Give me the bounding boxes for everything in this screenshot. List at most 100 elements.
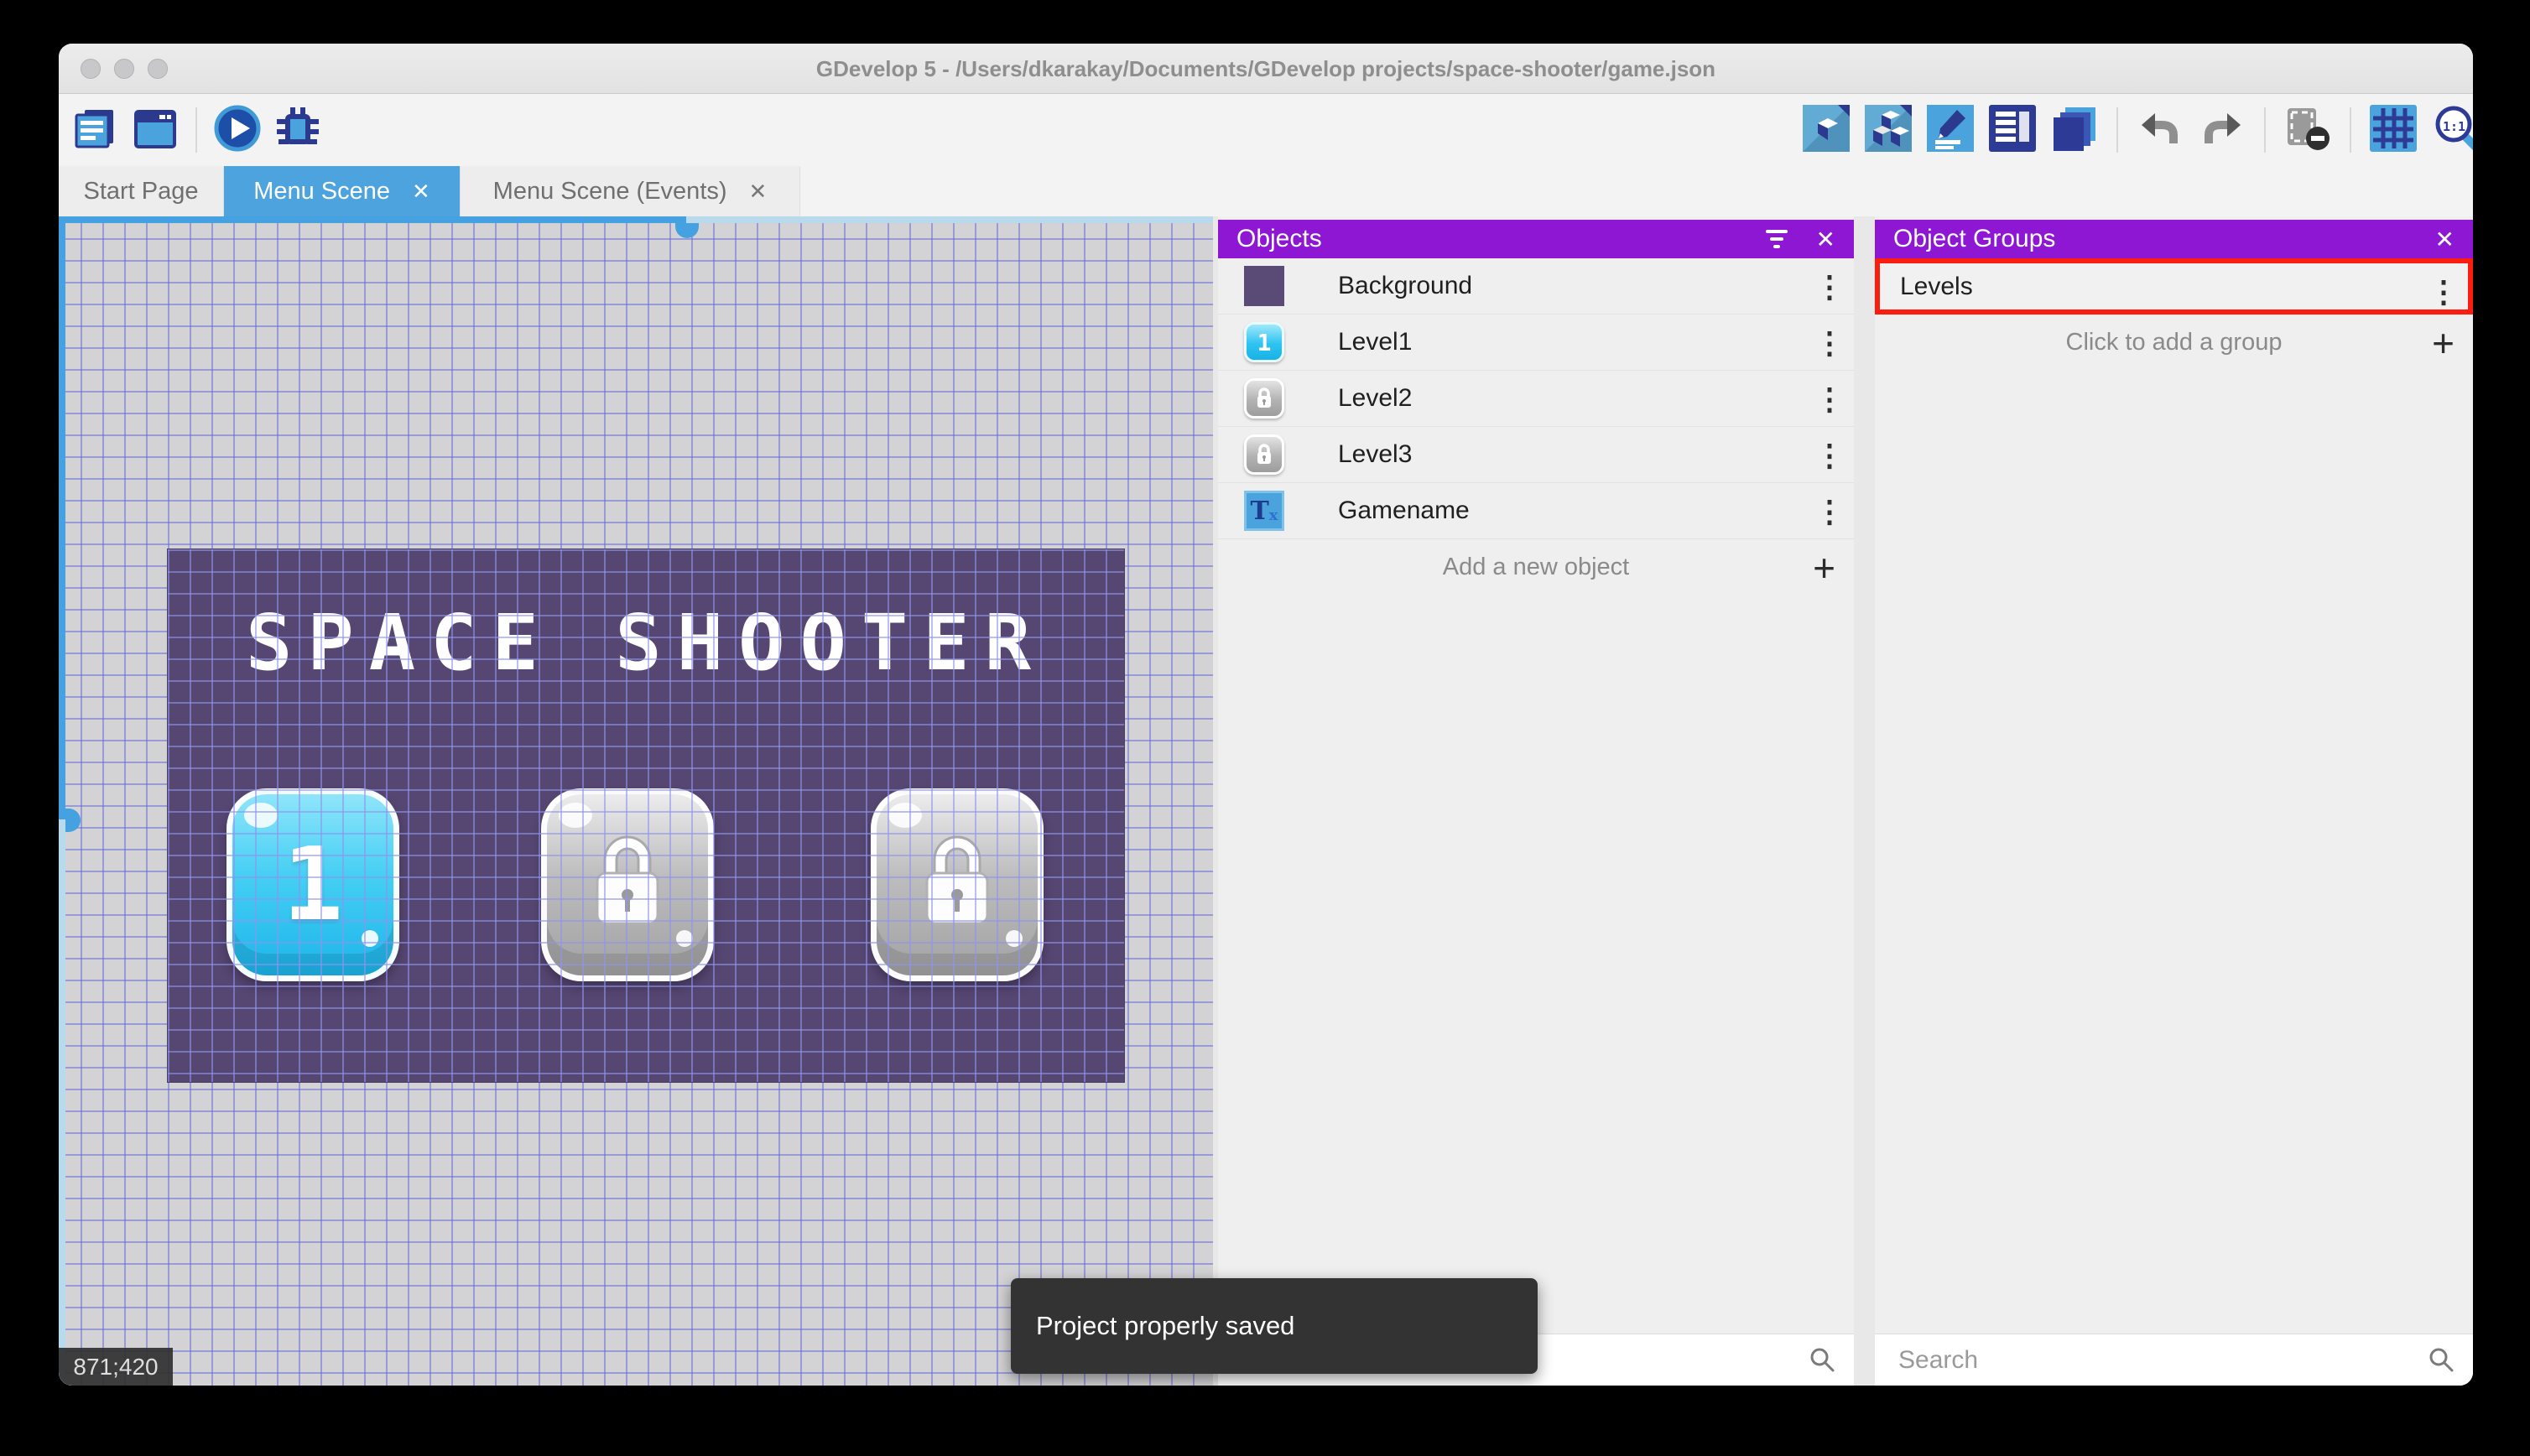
play-icon <box>213 104 262 157</box>
open-object-groups-editor-button[interactable] <box>1865 107 1912 153</box>
close-panel-icon[interactable]: ✕ <box>1816 226 1835 253</box>
add-group-button[interactable]: Click to add a group + <box>1875 315 2473 371</box>
object-groups-editor-icon <box>1865 105 1912 156</box>
scene-background-object[interactable]: SPACE SHOOTER 1 <box>168 549 1124 1082</box>
objects-panel-title: Objects <box>1236 225 1322 253</box>
object-row-level3[interactable]: Level3 ⋮ <box>1218 427 1854 483</box>
save-toast: Project properly saved <box>1011 1278 1538 1374</box>
toolbar-left-group <box>71 107 321 153</box>
redo-icon <box>2199 105 2246 156</box>
object-groups-panel-title: Object Groups <box>1893 225 2055 253</box>
plus-icon[interactable]: + <box>2432 324 2455 362</box>
locked-button-thumbnail <box>1244 378 1284 419</box>
objects-panel-header: Objects ✕ <box>1218 220 1854 258</box>
group-row-levels-highlighted[interactable]: Levels ⋮ <box>1875 258 2473 315</box>
vertical-scrollbar[interactable] <box>59 216 65 1386</box>
toggle-grid-button[interactable] <box>2370 107 2417 153</box>
title-bar: GDevelop 5 - /Users/dkarakay/Documents/G… <box>59 44 2473 94</box>
toolbar-separator <box>195 107 197 153</box>
search-icon <box>2428 1346 2455 1373</box>
grid-icon <box>2370 105 2417 156</box>
close-tab-icon[interactable]: ✕ <box>749 179 768 205</box>
object-groups-search-input[interactable] <box>1875 1334 2473 1386</box>
object-name: Level3 <box>1338 440 1412 469</box>
debug-button[interactable] <box>274 107 321 153</box>
tab-label: Start Page <box>83 178 198 205</box>
group-name: Levels <box>1900 273 1973 301</box>
window-title: GDevelop 5 - /Users/dkarakay/Documents/G… <box>59 44 2473 94</box>
add-group-label: Click to add a group <box>2066 329 2283 356</box>
zoom-ratio-label: 1:1 <box>2443 119 2465 134</box>
level1-button-instance[interactable]: 1 <box>226 788 399 981</box>
level1-button-label: 1 <box>283 827 343 944</box>
background-thumbnail <box>1244 266 1284 306</box>
object-menu-icon[interactable]: ⋮ <box>1817 427 1842 483</box>
tab-menu-scene[interactable]: Menu Scene ✕ <box>224 166 461 216</box>
toolbar-separator <box>2350 107 2351 153</box>
editor-tab-bar: Start Page Menu Scene ✕ Menu Scene (Even… <box>59 166 2473 216</box>
object-groups-panel: Object Groups ✕ Levels ⋮ Click to add a … <box>1875 216 2473 1386</box>
horizontal-scrollbar[interactable] <box>59 216 1213 223</box>
panel-divider <box>1854 216 1875 1386</box>
toolbar-separator <box>2264 107 2266 153</box>
horizontal-scrollbar-knob[interactable] <box>675 223 699 238</box>
lock-icon <box>587 833 668 938</box>
group-menu-icon[interactable]: ⋮ <box>2431 263 2456 320</box>
add-new-object-button[interactable]: Add a new object + <box>1218 539 1854 595</box>
vertical-scrollbar-knob[interactable] <box>65 809 81 832</box>
object-row-level2[interactable]: Level2 ⋮ <box>1218 371 1854 427</box>
close-panel-icon[interactable]: ✕ <box>2435 226 2455 253</box>
scene-window-icon <box>132 105 179 156</box>
object-menu-icon[interactable]: ⋮ <box>1817 483 1842 539</box>
add-new-object-label: Add a new object <box>1443 554 1629 581</box>
open-scene-window-button[interactable] <box>132 107 179 153</box>
level-button-thumbnail: 1 <box>1244 322 1284 362</box>
text-object-thumbnail: Tx <box>1244 491 1284 531</box>
open-instances-list-button[interactable] <box>1989 107 2036 153</box>
editor-content: SPACE SHOOTER 1 871;420 <box>59 216 2473 1386</box>
open-properties-button[interactable] <box>1927 107 1974 153</box>
toolbar-separator <box>2116 107 2118 153</box>
locked-button-thumbnail <box>1244 434 1284 475</box>
gdevelop-window: GDevelop 5 - /Users/dkarakay/Documents/G… <box>59 44 2473 1386</box>
tab-menu-scene-events[interactable]: Menu Scene (Events) ✕ <box>461 166 800 216</box>
open-layers-editor-button[interactable] <box>2051 107 2098 153</box>
plus-icon[interactable]: + <box>1813 549 1835 587</box>
bug-debug-icon <box>273 104 322 157</box>
cursor-coordinates-badge: 871;420 <box>59 1348 173 1386</box>
object-row-background[interactable]: Background ⋮ <box>1218 258 1854 315</box>
object-row-gamename[interactable]: Tx Gamename ⋮ <box>1218 483 1854 539</box>
undo-icon <box>2137 105 2184 156</box>
project-manager-icon <box>71 105 118 156</box>
zoom-options-button[interactable]: 1:1 <box>2432 107 2473 153</box>
instances-list-icon <box>1989 105 2036 156</box>
launch-preview-button[interactable] <box>214 107 261 153</box>
open-objects-editor-button[interactable] <box>1803 107 1850 153</box>
object-name: Gamename <box>1338 497 1470 525</box>
main-toolbar: 1:1 <box>59 94 2473 166</box>
properties-pencil-icon <box>1927 105 1974 156</box>
undo-button[interactable] <box>2137 107 2184 153</box>
layers-icon <box>2050 104 2099 157</box>
tab-start-page[interactable]: Start Page <box>59 166 224 216</box>
toggle-window-mask-button[interactable] <box>2284 107 2331 153</box>
level2-locked-button-instance[interactable] <box>541 788 714 981</box>
toast-message: Project properly saved <box>1036 1311 1294 1341</box>
search-icon <box>1809 1346 1835 1373</box>
level3-locked-button-instance[interactable] <box>871 788 1044 981</box>
close-tab-icon[interactable]: ✕ <box>412 179 430 205</box>
object-menu-icon[interactable]: ⋮ <box>1817 371 1842 427</box>
object-name: Level2 <box>1338 384 1412 413</box>
object-row-level1[interactable]: 1 Level1 ⋮ <box>1218 315 1854 371</box>
object-groups-search-bar <box>1875 1334 2473 1386</box>
object-menu-icon[interactable]: ⋮ <box>1817 258 1842 315</box>
object-menu-icon[interactable]: ⋮ <box>1817 315 1842 371</box>
window-mask-icon <box>2283 105 2333 156</box>
project-manager-button[interactable] <box>71 107 118 153</box>
tab-label: Menu Scene <box>253 178 390 205</box>
lock-icon <box>917 833 997 938</box>
filter-icon[interactable] <box>1766 230 1788 248</box>
scene-canvas[interactable]: SPACE SHOOTER 1 871;420 <box>59 216 1213 1386</box>
tab-label: Menu Scene (Events) <box>493 178 727 205</box>
redo-button[interactable] <box>2199 107 2246 153</box>
